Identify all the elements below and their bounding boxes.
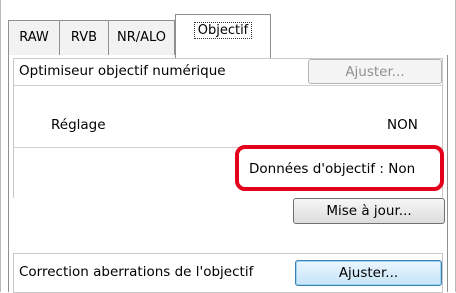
tab-label: NR/ALO [116, 30, 167, 45]
tab-bar: RAW RVB NR/ALO Objectif [0, 0, 456, 58]
tab-rvb[interactable]: RVB [59, 20, 109, 56]
tab-label: RVB [70, 30, 98, 45]
setting-value: NON [387, 117, 418, 133]
tab-raw[interactable]: RAW [8, 20, 60, 56]
divider [13, 85, 443, 86]
optimizer-adjust-button[interactable]: Ajuster... [308, 59, 442, 84]
setting-label: Réglage [51, 117, 106, 133]
highlight-box [235, 145, 444, 191]
optimizer-title: Optimiseur objectif numérique [19, 63, 226, 79]
tab-label: Objectif [193, 22, 253, 39]
tab-objectif[interactable]: Objectif [175, 14, 271, 58]
tab-label: RAW [19, 30, 49, 45]
tab-nr-alo[interactable]: NR/ALO [108, 20, 175, 56]
aberration-label: Correction aberrations de l'objectif [19, 264, 254, 280]
aberration-adjust-button[interactable]: Ajuster... [295, 260, 442, 286]
update-button[interactable]: Mise à jour... [293, 198, 445, 224]
